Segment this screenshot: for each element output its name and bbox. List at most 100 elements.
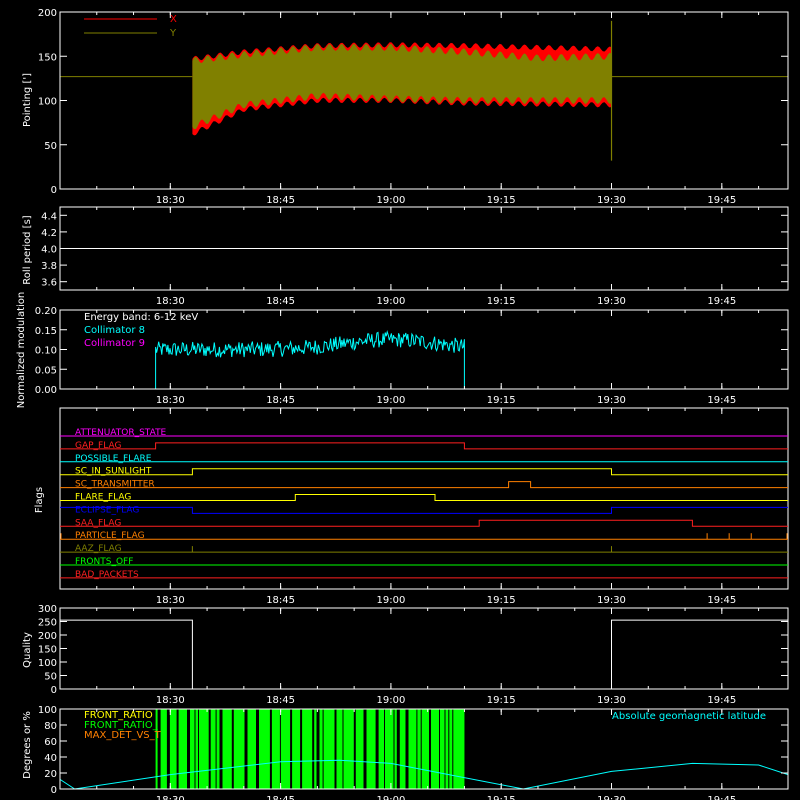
quality-y-tick-label: 150: [38, 645, 57, 656]
front-ratio-gap: [157, 709, 161, 789]
pointing-y-tick-label: 150: [38, 52, 57, 63]
front-ratio-gap: [405, 709, 409, 789]
front-ratio-gap: [244, 709, 248, 789]
x-tick-label: 19:00: [376, 296, 405, 307]
front-ratio-gap: [198, 709, 199, 789]
front-ratio-gap: [176, 709, 179, 789]
x-tick-label: 19:30: [597, 195, 626, 206]
roll-y-label: Roll period [s]: [22, 215, 33, 284]
front-ratio-gap: [194, 709, 196, 789]
legend-x-label: X: [170, 14, 177, 25]
x-tick-label: 19:45: [707, 595, 736, 606]
roll-y-tick-label: 3.6: [41, 278, 57, 289]
front-y-label: Degrees or %: [22, 711, 33, 779]
front-ratio-gap: [166, 709, 170, 789]
x-tick-label: 19:45: [707, 795, 736, 800]
front-ratio-gap: [279, 709, 281, 789]
x-tick-label: 19:30: [597, 695, 626, 706]
legend-collimator-8: Collimator 8: [84, 325, 145, 336]
pointing-y-tick-label: 100: [38, 97, 57, 108]
pointing-y-tick-label: 50: [44, 141, 57, 152]
x-tick-label: 19:00: [376, 595, 405, 606]
front-ratio-gap: [439, 709, 440, 789]
x-tick-label: 18:30: [156, 595, 185, 606]
x-tick-label: 18:30: [156, 695, 185, 706]
front-ratio-gap: [420, 709, 422, 789]
x-tick-label: 18:45: [266, 695, 295, 706]
front-ratio-gap: [396, 709, 400, 789]
quality-y-tick-label: 300: [38, 604, 57, 615]
modulation-y-label: Normalized modulation: [16, 292, 27, 409]
x-tick-label: 19:00: [376, 795, 405, 800]
x-tick-label: 19:30: [597, 395, 626, 406]
front-ratio-gap: [231, 709, 234, 789]
x-tick-label: 18:45: [266, 595, 295, 606]
front-ratio-gap: [312, 709, 315, 789]
x-tick-label: 19:15: [487, 795, 516, 800]
x-tick-label: 18:45: [266, 195, 295, 206]
x-tick-label: 19:45: [707, 395, 736, 406]
front-ratio-gap: [416, 709, 418, 789]
x-tick-label: 18:30: [156, 195, 185, 206]
x-tick-label: 19:45: [707, 195, 736, 206]
x-tick-label: 19:15: [487, 595, 516, 606]
x-tick-label: 19:30: [597, 795, 626, 800]
front-ratio-gap: [215, 709, 217, 789]
quality-y-tick-label: 0: [51, 685, 57, 696]
front-ratio-gap: [384, 709, 385, 789]
quality-y-tick-label: 200: [38, 631, 57, 642]
x-tick-label: 18:30: [156, 296, 185, 307]
front-ratio-gap: [208, 709, 211, 789]
front-ratio-gap: [363, 709, 367, 789]
front-ratio-gap: [256, 709, 259, 789]
x-tick-label: 19:45: [707, 695, 736, 706]
pointing-y-label: Pointing [']: [22, 73, 33, 127]
x-tick-label: 19:15: [487, 395, 516, 406]
front-ratio-gap: [342, 709, 344, 789]
front-ratio-bar-block: [155, 709, 465, 789]
roll-y-tick-label: 4.0: [41, 245, 57, 256]
front-ratio-gap: [316, 709, 320, 789]
front-ratio-gap: [375, 709, 379, 789]
legend-y-label: Y: [169, 28, 177, 39]
legend-collimator-9: Collimator 9: [84, 338, 145, 349]
modulation-y-tick-label: 0.20: [35, 306, 57, 317]
x-tick-label: 19:30: [597, 595, 626, 606]
rhessi-quicklook-figure: 18:30 18:45 19:00 19:15 19:30 19:45 0 50 100 150 2…: [0, 0, 800, 800]
front-y-tick-label: 40: [44, 753, 57, 764]
legend-max-det: MAX_DET_VS_T: [84, 730, 162, 741]
quality-y-label: Quality: [22, 632, 33, 668]
front-ratio-gap: [334, 709, 337, 789]
front-ratio-gap: [452, 709, 454, 789]
x-tick-label: 18:45: [266, 296, 295, 307]
roll-y-tick-label: 4.2: [41, 228, 57, 239]
front-y-tick-label: 100: [38, 705, 57, 716]
x-tick-label: 19:15: [487, 296, 516, 307]
roll-y-tick-label: 3.8: [41, 261, 57, 272]
x-tick-label: 19:00: [376, 395, 405, 406]
quality-y-tick-label: 100: [38, 658, 57, 669]
x-tick-label: 19:15: [487, 695, 516, 706]
front-ratio-gap: [448, 709, 450, 789]
front-ratio-gap: [290, 709, 293, 789]
modulation-y-tick-label: 0.15: [35, 326, 57, 337]
front-y-tick-label: 20: [44, 769, 57, 780]
x-tick-label: 19:30: [597, 296, 626, 307]
x-tick-label: 18:30: [156, 795, 185, 800]
front-ratio-gap: [429, 709, 431, 789]
x-tick-label: 19:00: [376, 695, 405, 706]
front-ratio-gap: [187, 709, 190, 789]
modulation-y-tick-label: 0.00: [35, 385, 57, 396]
quality-y-tick-label: 250: [38, 618, 57, 629]
x-tick-label: 18:30: [156, 395, 185, 406]
flags-y-label: Flags: [34, 487, 45, 513]
front-ratio-gap: [393, 709, 395, 789]
modulation-y-tick-label: 0.05: [35, 365, 57, 376]
front-y-tick-label: 60: [44, 737, 57, 748]
x-tick-label: 19:15: [487, 195, 516, 206]
x-tick-label: 19:00: [376, 195, 405, 206]
quality-y-tick-label: 50: [44, 672, 57, 683]
front-ratio-gap: [444, 709, 446, 789]
modulation-y-tick-label: 0.10: [35, 346, 57, 357]
pointing-y-tick-label: 200: [38, 8, 57, 19]
